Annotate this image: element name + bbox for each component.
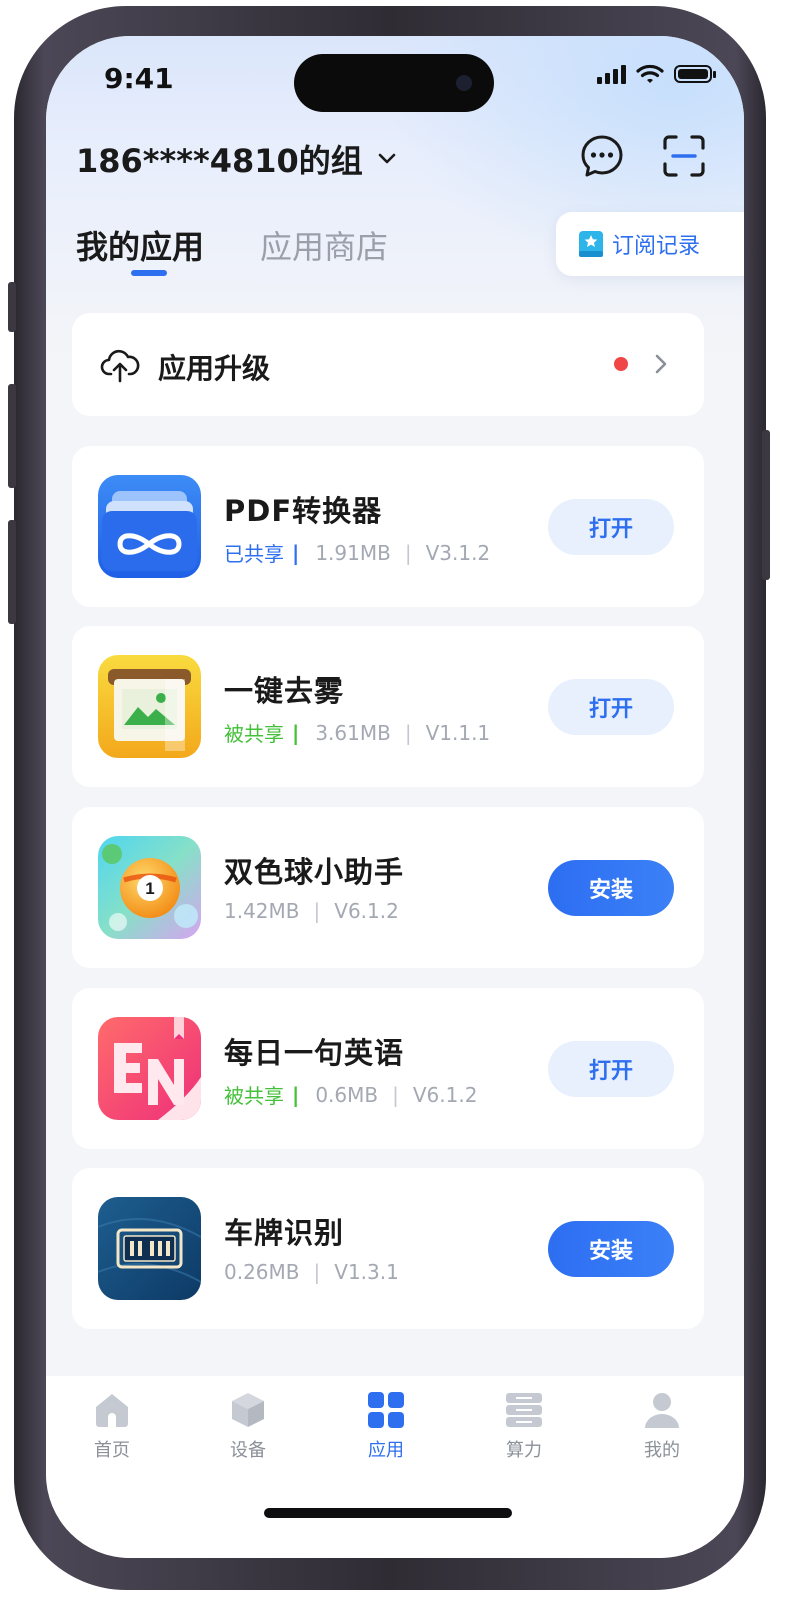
profile-icon bbox=[645, 1393, 679, 1428]
nav-devices[interactable]: 设备 bbox=[198, 1390, 298, 1462]
nav-label: 首页 bbox=[94, 1440, 130, 1461]
app-size: 0.26MB bbox=[224, 1260, 300, 1284]
app-version: V6.1.2 bbox=[412, 1082, 478, 1107]
power-button bbox=[762, 430, 770, 580]
dynamic-island bbox=[294, 54, 494, 112]
subscription-label: 订阅记录 bbox=[612, 234, 701, 259]
app-name: 每日一句英语 bbox=[224, 1036, 405, 1070]
app-size: 1.42MB bbox=[224, 899, 300, 923]
app-name: 车牌识别 bbox=[224, 1216, 345, 1250]
nav-label: 应用 bbox=[368, 1440, 404, 1461]
nav-profile[interactable]: 我的 bbox=[612, 1390, 712, 1462]
scan-icon[interactable] bbox=[660, 132, 708, 180]
bottom-tab-bar: 首页 设备 应用 算力 我的 bbox=[46, 1376, 744, 1558]
cellular-signal-icon bbox=[597, 64, 626, 84]
install-button[interactable]: 安装 bbox=[548, 860, 674, 916]
nav-computing[interactable]: 算力 bbox=[474, 1390, 574, 1462]
nav-label: 设备 bbox=[230, 1440, 266, 1461]
group-selector[interactable]: 186****4810的组 bbox=[76, 136, 397, 182]
app-version: V6.1.2 bbox=[334, 899, 399, 923]
status-icons bbox=[597, 64, 716, 84]
app-version: V1.3.1 bbox=[334, 1260, 399, 1284]
license-plate-icon bbox=[98, 1197, 201, 1300]
tab-my-apps[interactable]: 我的应用 bbox=[76, 222, 204, 268]
nav-apps[interactable]: 应用 bbox=[336, 1390, 436, 1462]
app-card-pdf-converter[interactable]: PDF转换器 已共享 | 1.91MB | V3.1.2 打开 bbox=[72, 446, 704, 607]
subscription-icon bbox=[579, 231, 603, 257]
nav-label: 算力 bbox=[506, 1440, 542, 1461]
chevron-right-icon bbox=[655, 354, 667, 374]
wifi-icon bbox=[636, 64, 664, 83]
device-box-icon bbox=[232, 1393, 264, 1427]
chevron-down-icon bbox=[378, 153, 396, 164]
app-card-license-plate[interactable]: 车牌识别 0.26MB | V1.3.1 安装 bbox=[72, 1168, 704, 1329]
volume-up-button bbox=[8, 384, 16, 488]
dehaze-icon bbox=[98, 655, 201, 758]
status-time: 9:41 bbox=[104, 62, 174, 95]
pdf-converter-icon bbox=[98, 475, 201, 578]
group-title: 186****4810的组 bbox=[76, 142, 363, 180]
lottery-ball-icon: 1 bbox=[98, 836, 201, 939]
open-button[interactable]: 打开 bbox=[548, 679, 674, 735]
app-version: V3.1.2 bbox=[425, 540, 491, 565]
app-card-lottery-helper[interactable]: 1 双色球小助手 1.42MB | V6.1.2 安装 bbox=[72, 807, 704, 968]
svg-text:1: 1 bbox=[145, 879, 154, 898]
share-status: 已共享 bbox=[224, 542, 284, 566]
app-size: 0.6MB bbox=[315, 1082, 379, 1107]
nav-label: 我的 bbox=[644, 1440, 680, 1461]
app-meta: 被共享 | 0.6MB | V6.1.2 bbox=[224, 1080, 477, 1109]
subscription-records-button[interactable]: 订阅记录 bbox=[556, 212, 744, 276]
english-en-icon bbox=[98, 1017, 201, 1120]
app-size: 3.61MB bbox=[315, 720, 391, 745]
app-meta: 1.42MB | V6.1.2 bbox=[224, 899, 399, 923]
tab-app-store[interactable]: 应用商店 bbox=[260, 222, 388, 268]
app-meta: 0.26MB | V1.3.1 bbox=[224, 1260, 399, 1284]
app-version: V1.1.1 bbox=[425, 720, 491, 745]
app-name: PDF转换器 bbox=[224, 494, 383, 528]
battery-icon bbox=[674, 65, 716, 83]
app-upgrade-row[interactable]: 应用升级 bbox=[72, 313, 704, 416]
app-upgrade-label: 应用升级 bbox=[158, 352, 271, 385]
install-button[interactable]: 安装 bbox=[548, 1221, 674, 1277]
app-meta: 已共享 | 1.91MB | V3.1.2 bbox=[224, 538, 490, 567]
tab-active-indicator bbox=[131, 270, 167, 276]
open-button[interactable]: 打开 bbox=[548, 1041, 674, 1097]
message-icon[interactable] bbox=[578, 132, 626, 180]
app-card-daily-english[interactable]: 每日一句英语 被共享 | 0.6MB | V6.1.2 打开 bbox=[72, 988, 704, 1149]
server-icon bbox=[506, 1393, 542, 1427]
share-status: 被共享 bbox=[224, 1084, 284, 1108]
app-name: 一键去雾 bbox=[224, 674, 345, 708]
app-size: 1.91MB bbox=[315, 540, 391, 565]
upgrade-badge-dot bbox=[614, 357, 628, 371]
volume-down-button bbox=[8, 520, 16, 624]
nav-home[interactable]: 首页 bbox=[62, 1390, 162, 1462]
cloud-upload-icon bbox=[100, 349, 140, 383]
share-status: 被共享 bbox=[224, 722, 284, 746]
screen: 9:41 186****4810的组 我的应用 应用商店 订阅记录 应用升级 P… bbox=[46, 36, 744, 1558]
app-card-dehaze[interactable]: 一键去雾 被共享 | 3.61MB | V1.1.1 打开 bbox=[72, 626, 704, 787]
home-indicator bbox=[264, 1508, 512, 1518]
app-meta: 被共享 | 3.61MB | V1.1.1 bbox=[224, 718, 490, 747]
apps-grid-icon bbox=[368, 1392, 404, 1428]
app-name: 双色球小助手 bbox=[224, 855, 405, 889]
home-icon bbox=[96, 1394, 128, 1427]
mute-switch bbox=[8, 282, 16, 332]
open-button[interactable]: 打开 bbox=[548, 499, 674, 555]
